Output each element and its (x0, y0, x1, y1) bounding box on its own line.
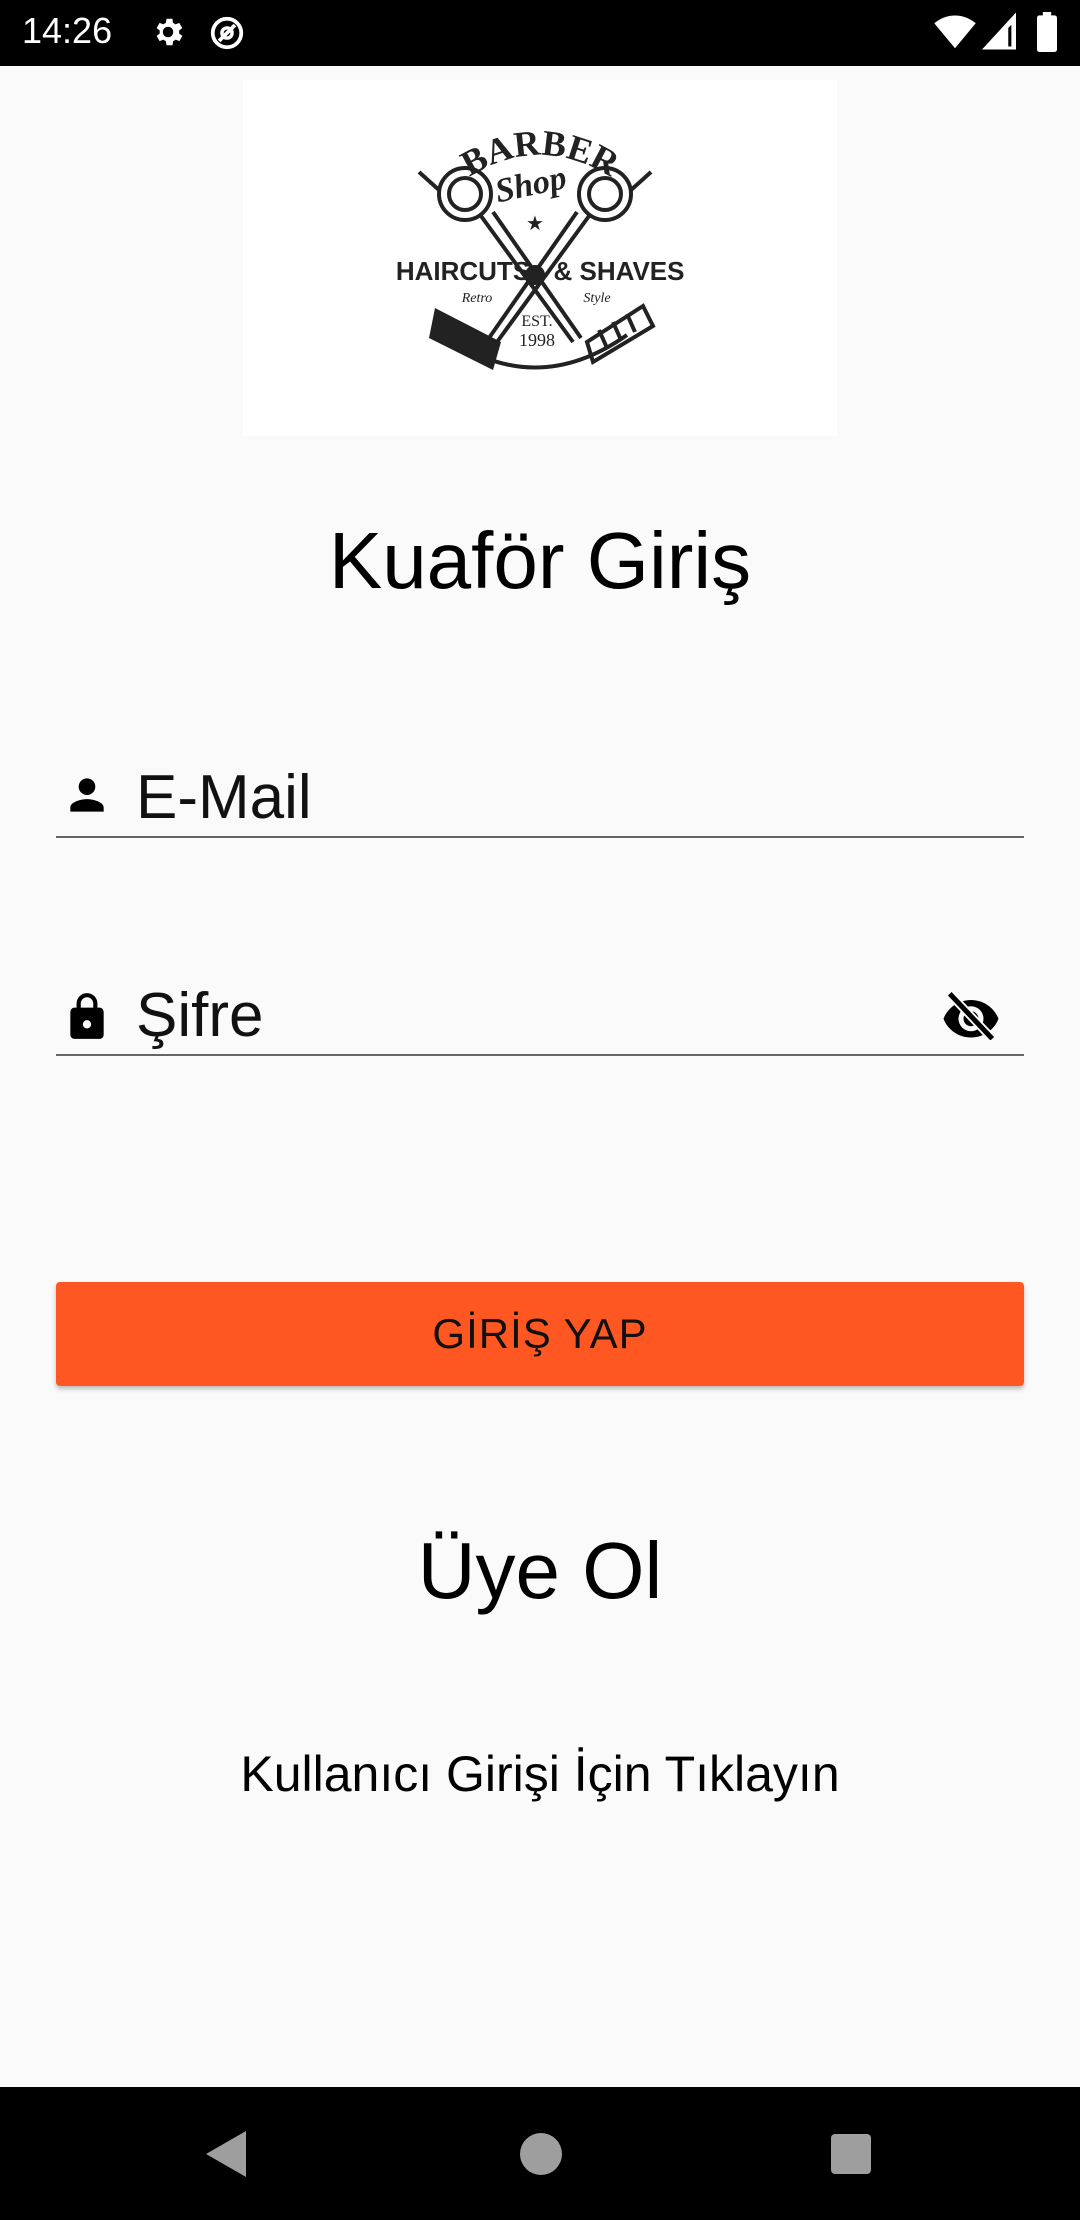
settings-icon (150, 14, 186, 55)
password-placeholder: Şifre (136, 981, 264, 1050)
logo-retro-text: Retro (461, 291, 493, 306)
email-field[interactable]: E-Mail (56, 752, 1024, 838)
battery-icon (1036, 12, 1058, 57)
login-button[interactable]: GİRİŞ YAP (56, 1282, 1024, 1386)
lock-icon (62, 988, 112, 1049)
logo-star: ★ (526, 213, 544, 235)
at-sign-icon (208, 14, 246, 57)
logo-est-text: EST. (521, 313, 552, 330)
status-bar: 14:26 (0, 0, 1080, 66)
back-icon[interactable] (202, 2129, 248, 2184)
person-icon (62, 770, 112, 825)
navigation-bar (0, 2087, 1080, 2220)
password-field[interactable]: Şifre (56, 970, 1024, 1056)
page-title: Kuaför Giriş (328, 516, 752, 605)
wifi-icon (934, 12, 976, 55)
logo-shaves-text: & SHAVES (554, 256, 685, 286)
recents-icon[interactable] (828, 2129, 874, 2184)
signal-icon (982, 12, 1016, 55)
logo-haircuts-text: HAIRCUTS (396, 256, 530, 286)
status-time: 14:26 (22, 10, 113, 51)
logo-style-text: Style (583, 291, 610, 306)
user-login-link[interactable]: Kullanıcı Girişi İçin Tıklayın (0, 1745, 1080, 1803)
home-icon[interactable] (518, 2129, 564, 2184)
barber-shop-logo: BARBER Shop ★ HAIRCUTS & SHAVES Retro St… (243, 80, 837, 436)
eye-off-icon[interactable] (940, 989, 1002, 1045)
email-placeholder: E-Mail (136, 763, 312, 832)
register-link[interactable]: Üye Ol (0, 1525, 1080, 1617)
logo-year-text: 1998 (519, 330, 555, 350)
